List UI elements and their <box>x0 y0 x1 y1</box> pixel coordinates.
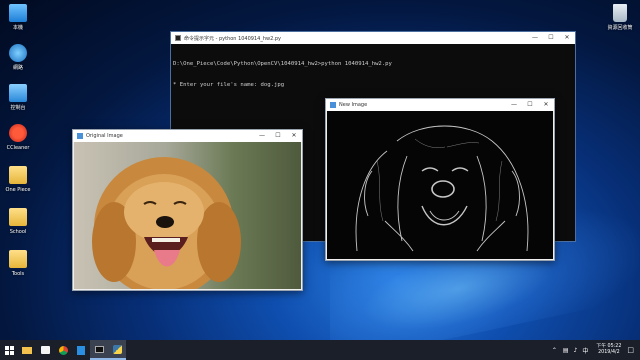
taskbar-python[interactable] <box>108 340 126 360</box>
minimize-button[interactable]: — <box>527 32 543 44</box>
original-image-title: Original Image <box>86 133 123 139</box>
recycle-bin-icon <box>613 4 627 22</box>
dog-photo-drawing <box>92 157 241 289</box>
vscode-icon <box>77 345 85 355</box>
desktop-icon-ccleaner[interactable]: CCleaner <box>0 124 36 151</box>
ime-icon[interactable]: 中 <box>582 346 588 355</box>
minimize-button[interactable]: — <box>254 130 270 142</box>
window-icon <box>330 102 336 108</box>
ccleaner-icon <box>9 124 27 142</box>
chevron-up-icon[interactable]: ⌃ <box>552 347 557 354</box>
taskbar-store[interactable] <box>36 340 54 360</box>
console-icon <box>175 35 181 41</box>
control-panel-icon <box>9 84 27 102</box>
original-image-window[interactable]: Original Image — ☐ ✕ <box>72 129 303 291</box>
desktop-icon-school[interactable]: School <box>0 208 36 235</box>
folder-icon <box>22 346 32 354</box>
edge-image <box>327 111 553 259</box>
network-icon <box>9 44 27 62</box>
start-button[interactable] <box>0 340 18 360</box>
desktop-icon-control-panel[interactable]: 控制台 <box>0 84 36 111</box>
windows-logo-icon <box>4 345 14 355</box>
console-line: D:\One_Piece\Code\Python\OpenCV\1040914_… <box>173 61 392 67</box>
close-button[interactable]: ✕ <box>559 32 575 44</box>
desktop-icon-recycle-bin[interactable]: 資源回收筒 <box>600 4 640 31</box>
desktop-icon-this-pc[interactable]: 本機 <box>0 4 36 31</box>
dog-photo <box>74 142 301 289</box>
new-image-window[interactable]: New Image — ☐ ✕ <box>325 98 555 261</box>
maximize-button[interactable]: ☐ <box>543 32 559 44</box>
folder-icon <box>9 166 27 184</box>
window-icon <box>77 133 83 139</box>
new-image-title: New Image <box>339 102 368 108</box>
taskbar: ⌃ ▤ ♪ 中 下午 05:22 2019/4/2 □ <box>0 340 640 360</box>
minimize-button[interactable]: — <box>506 99 522 111</box>
new-image-titlebar[interactable]: New Image — ☐ ✕ <box>326 99 554 111</box>
close-button[interactable]: ✕ <box>286 130 302 142</box>
folder-icon <box>9 250 27 268</box>
console-icon <box>94 345 104 353</box>
store-icon <box>40 346 50 354</box>
console-output[interactable]: D:\One_Piece\Code\Python\OpenCV\1040914_… <box>171 44 575 106</box>
original-image-titlebar[interactable]: Original Image — ☐ ✕ <box>73 130 302 142</box>
console-titlebar[interactable]: 命令提示字元 - python 1040914_hw2.py — ☐ ✕ <box>171 32 575 44</box>
notification-icon[interactable]: □ <box>627 346 634 354</box>
console-title: 命令提示字元 - python 1040914_hw2.py <box>184 35 281 42</box>
computer-icon <box>9 4 27 22</box>
desktop-icon-one-piece[interactable]: One Piece <box>0 166 36 193</box>
taskbar-chrome[interactable] <box>54 340 72 360</box>
clock-date: 2019/4/2 <box>598 350 620 355</box>
taskbar-vscode[interactable] <box>72 340 90 360</box>
maximize-button[interactable]: ☐ <box>522 99 538 111</box>
folder-icon <box>9 208 27 226</box>
chrome-icon <box>58 345 68 355</box>
taskbar-console[interactable] <box>90 340 108 360</box>
network-icon[interactable]: ▤ <box>563 347 569 354</box>
close-button[interactable]: ✕ <box>538 99 554 111</box>
console-line: * Enter your file's name: dog.jpg <box>173 82 285 88</box>
edge-dog-drawing <box>355 125 529 252</box>
maximize-button[interactable]: ☐ <box>270 130 286 142</box>
desktop-icon-tools[interactable]: Tools <box>0 250 36 277</box>
volume-icon[interactable]: ♪ <box>574 347 578 354</box>
desktop-icon-network[interactable]: 網路 <box>0 44 36 71</box>
taskbar-file-explorer[interactable] <box>18 340 36 360</box>
system-tray: ⌃ ▤ ♪ 中 下午 05:22 2019/4/2 □ <box>552 340 634 360</box>
python-icon <box>112 344 122 354</box>
clock[interactable]: 下午 05:22 2019/4/2 <box>596 344 621 356</box>
